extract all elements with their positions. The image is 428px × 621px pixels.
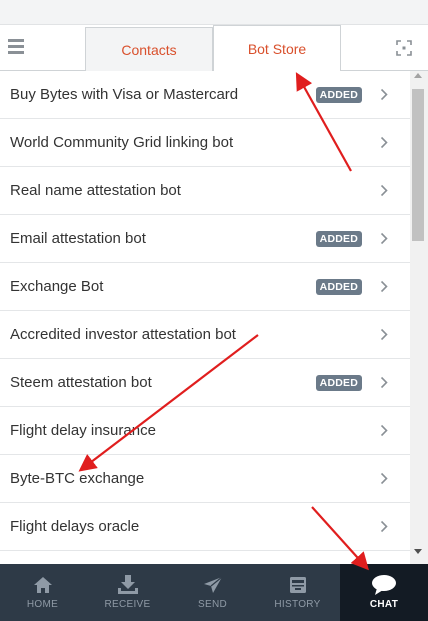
bot-name: Accredited investor attestation bot (10, 326, 236, 343)
bot-list-item[interactable]: World Community Grid linking bot (0, 119, 410, 167)
bot-name: Buy Bytes with Visa or Mastercard (10, 86, 239, 103)
tab-contacts[interactable]: Contacts (85, 27, 213, 71)
nav-send[interactable]: SEND (170, 564, 255, 621)
bot-name: Flight delay insurance (10, 422, 156, 439)
chevron-right-icon (374, 421, 394, 441)
bot-list-item[interactable]: Accredited investor attestation bot (0, 311, 410, 359)
chevron-right-icon (374, 517, 394, 537)
home-icon (33, 577, 52, 593)
nav-home[interactable]: HOME (0, 564, 85, 621)
receive-icon (117, 575, 138, 594)
nav-chat[interactable]: CHAT (340, 564, 428, 621)
added-badge: ADDED (315, 374, 362, 391)
nav-label: CHAT (369, 599, 399, 610)
bot-list-item[interactable]: Byte-BTC exchange (0, 455, 410, 503)
chevron-right-icon (374, 229, 394, 249)
bot-store-screen: Contacts Bot Store Buy Bytes with Visa o… (0, 0, 428, 621)
bottom-nav: HOME RECEIVE SEND HISTORY CHAT (0, 564, 428, 621)
scrollbar[interactable] (410, 71, 428, 564)
expand-button[interactable] (396, 40, 412, 56)
bot-list-item[interactable]: Flight delay insurance (0, 407, 410, 455)
chevron-right-icon (374, 181, 394, 201)
bot-name: World Community Grid linking bot (10, 134, 234, 151)
added-badge: ADDED (315, 86, 362, 103)
bot-name: Steem attestation bot (10, 374, 152, 391)
added-badge: ADDED (315, 230, 362, 247)
tab-bot-store[interactable]: Bot Store (213, 25, 341, 72)
bot-list-item[interactable]: Flight delays oracle (0, 503, 410, 551)
added-badge: ADDED (315, 278, 362, 295)
menu-icon (8, 39, 24, 42)
bot-list: Buy Bytes with Visa or Mastercard ADDED Wo… (0, 71, 410, 564)
chat-icon (372, 575, 396, 595)
send-icon (203, 576, 222, 593)
bot-list-item[interactable]: Buy Bytes with Visa or Mastercard ADDED (0, 71, 410, 119)
bot-list-item[interactable]: Exchange Bot ADDED (0, 263, 410, 311)
chevron-right-icon (374, 373, 394, 393)
tab-label: Bot Store (247, 40, 307, 57)
scroll-down-icon[interactable] (414, 549, 422, 554)
nav-label: HISTORY (274, 599, 321, 610)
nav-label: SEND (198, 599, 227, 610)
menu-button[interactable] (8, 39, 26, 55)
bot-list-item[interactable]: Email attestation bot ADDED (0, 215, 410, 263)
bot-name: Flight delays oracle (10, 518, 140, 535)
bot-name: Byte-BTC exchange (10, 470, 145, 487)
window-top-strip (0, 0, 428, 25)
chevron-right-icon (374, 469, 394, 489)
chevron-right-icon (374, 277, 394, 297)
nav-history[interactable]: HISTORY (255, 564, 340, 621)
chevron-right-icon (374, 133, 394, 153)
fullscreen-icon (396, 40, 412, 56)
bot-list-item[interactable]: Real name attestation bot (0, 167, 410, 215)
chevron-right-icon (374, 325, 394, 345)
nav-label: HOME (26, 599, 59, 610)
chevron-right-icon (374, 85, 394, 105)
nav-receive[interactable]: RECEIVE (85, 564, 170, 621)
bot-list-item[interactable]: Steem attestation bot ADDED (0, 359, 410, 407)
scrollbar-thumb[interactable] (412, 89, 424, 241)
bot-name: Real name attestation bot (10, 182, 181, 199)
header-bar: Contacts Bot Store (0, 25, 428, 72)
scroll-up-icon[interactable] (414, 73, 422, 78)
nav-label: RECEIVE (104, 599, 151, 610)
bot-name: Exchange Bot (10, 278, 104, 295)
history-icon (289, 577, 306, 593)
tab-label: Contacts (121, 41, 177, 58)
bot-name: Email attestation bot (10, 230, 146, 247)
